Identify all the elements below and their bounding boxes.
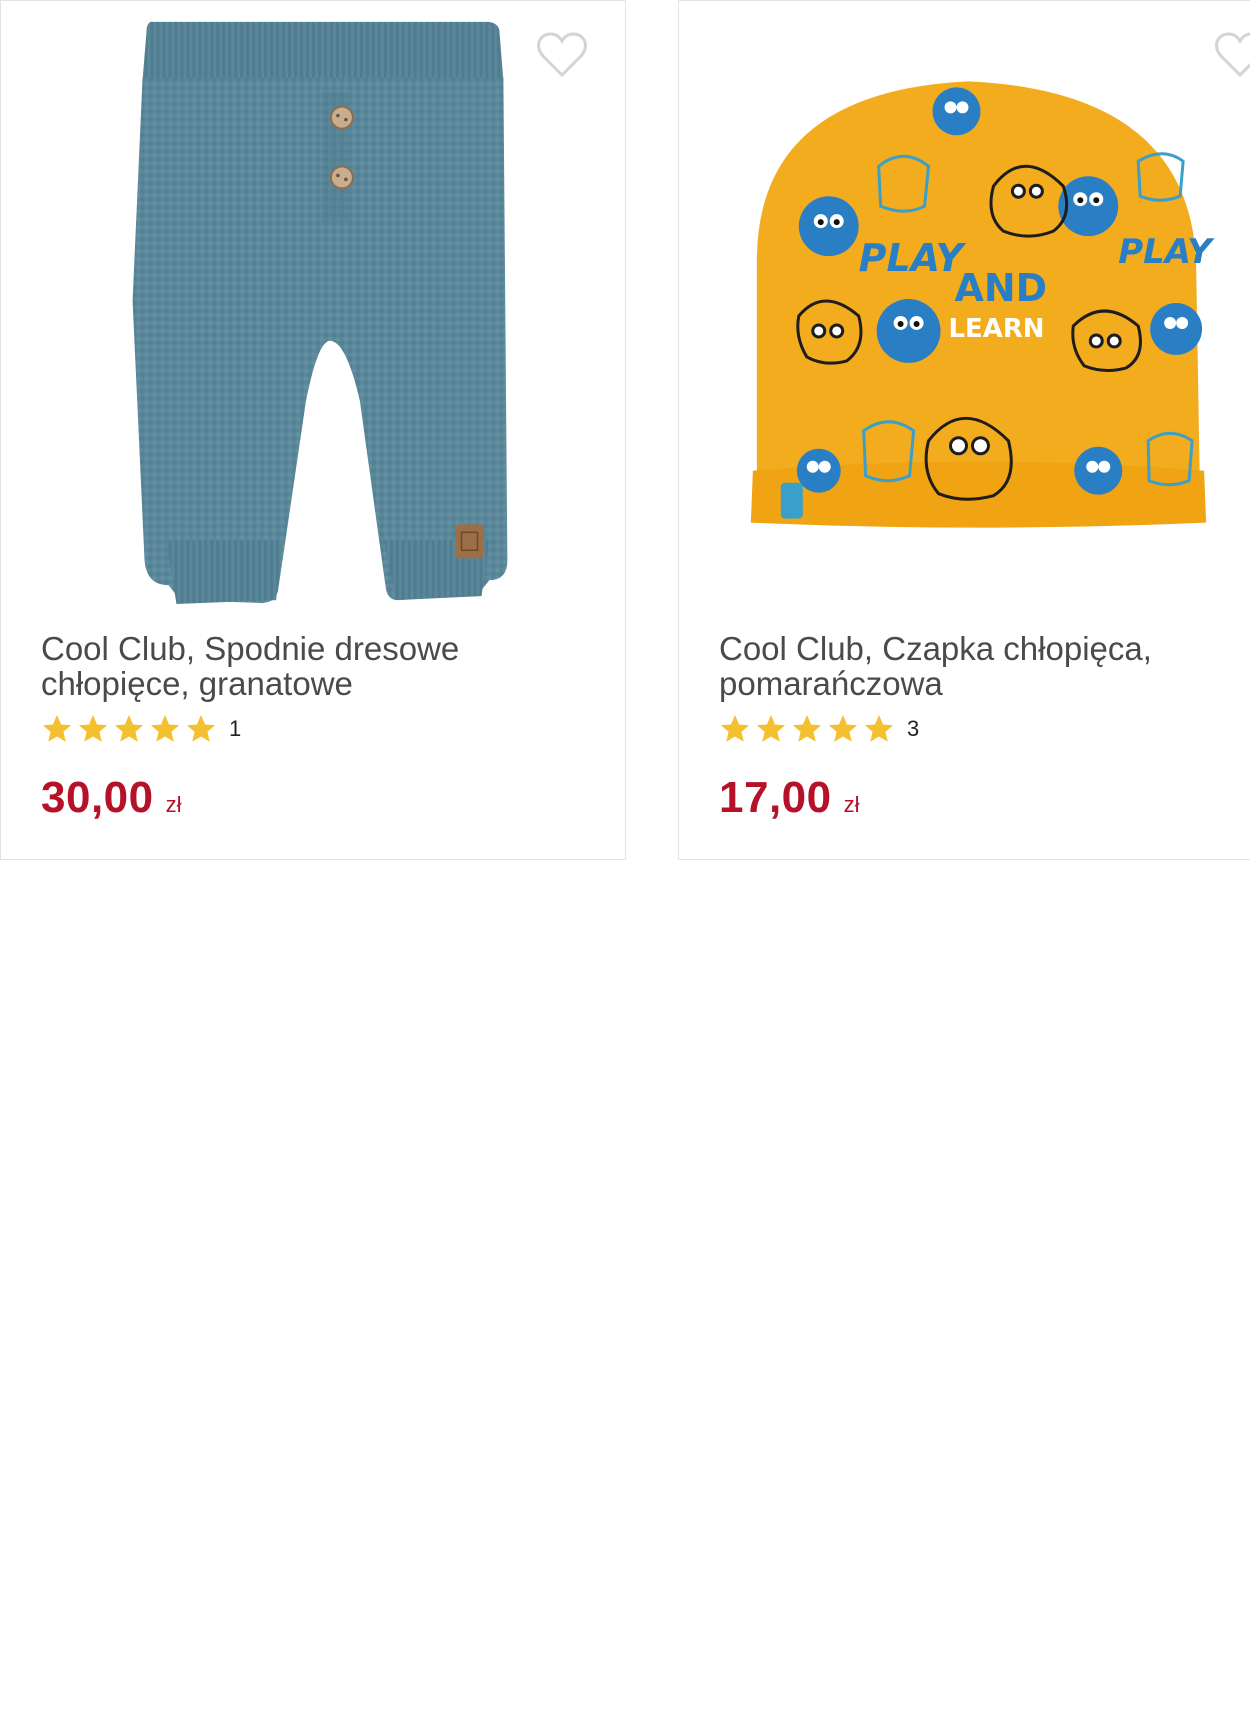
star-icon [864, 715, 894, 742]
product-grid: Cool Club, Spodnie dresowe chłopięce, gr… [0, 0, 1250, 1721]
rating-count: 3 [907, 716, 920, 741]
svg-text:LEARN: LEARN [949, 314, 1045, 344]
price: 30,00 zł [41, 773, 182, 823]
svg-text:AND: AND [955, 266, 1048, 310]
svg-text:PLAY: PLAY [1118, 232, 1215, 272]
product-title[interactable]: Cool Club, Spodnie dresowe chłopięce, gr… [41, 631, 581, 701]
heart-icon[interactable] [535, 31, 589, 79]
star-icon [150, 715, 180, 742]
star-icon [828, 715, 858, 742]
product-card[interactable]: PLAY PLAY AND LEARN Cool Club, Czapka ch… [678, 0, 1250, 860]
price-currency: zł [165, 792, 182, 817]
star-icon [114, 715, 144, 742]
knit-pants-image[interactable] [1, 1, 625, 621]
rating-count: 1 [229, 716, 242, 741]
product-title[interactable]: Cool Club, Czapka chłopięca, pomarańczow… [719, 631, 1250, 701]
star-icon [756, 715, 786, 742]
star-icon [186, 715, 216, 742]
star-icon [42, 715, 72, 742]
price-value: 30,00 [41, 773, 154, 822]
beanie-hat-image[interactable]: PLAY PLAY AND LEARN [679, 1, 1250, 621]
star-icon [78, 715, 108, 742]
price: 17,00 zł [719, 773, 860, 823]
rating: 1 [41, 713, 241, 745]
price-currency: zł [843, 792, 860, 817]
product-card[interactable]: Cool Club, Spodnie dresowe chłopięce, gr… [0, 0, 626, 860]
svg-text:PLAY: PLAY [859, 236, 967, 280]
price-value: 17,00 [719, 773, 832, 822]
star-icon [720, 715, 750, 742]
star-icon [792, 715, 822, 742]
heart-icon[interactable] [1213, 31, 1250, 79]
rating: 3 [719, 713, 919, 745]
